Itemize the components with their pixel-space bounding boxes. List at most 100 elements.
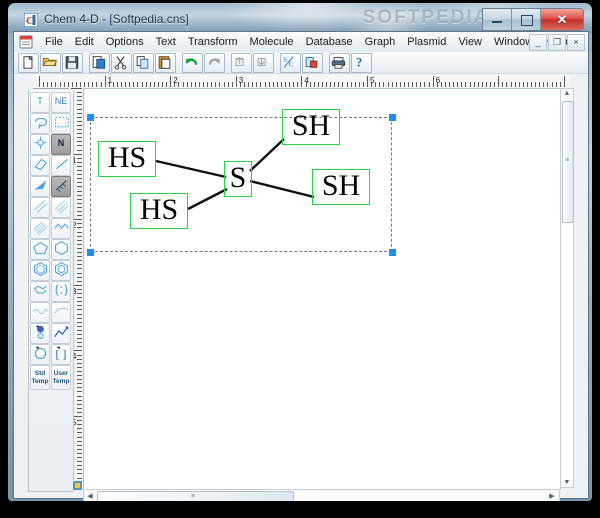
toolbar-cut-icon[interactable] xyxy=(111,52,132,73)
palette-multi-bond-tool[interactable] xyxy=(30,218,50,239)
toolbar-help-icon[interactable]: ? xyxy=(351,52,372,73)
menu-item-database[interactable]: Database xyxy=(300,34,359,50)
menu-item-graph[interactable]: Graph xyxy=(359,34,402,50)
arrow-curve-tool-icon xyxy=(54,307,69,314)
scroll-left-arrow[interactable]: ◀ xyxy=(85,492,95,500)
menu-item-file[interactable]: File xyxy=(39,34,69,50)
atom-sh-lower-right[interactable]: SH xyxy=(312,169,370,205)
name-to-structure-icon xyxy=(305,56,318,68)
palette-cyclo-chair-tool[interactable] xyxy=(30,281,50,302)
palette-marquee-select-tool[interactable] xyxy=(51,113,71,134)
palette-circle-tool[interactable] xyxy=(30,344,50,365)
scroll-up-arrow[interactable]: ▲ xyxy=(561,90,573,97)
palette-std-temp-button[interactable]: Std Temp xyxy=(30,365,50,390)
palette-double-bond-tool[interactable] xyxy=(30,197,50,218)
palette-triple-bond-tool[interactable] xyxy=(51,197,71,218)
palette-benzene-tool[interactable] xyxy=(30,260,50,281)
mdi-minimize-button[interactable]: _ xyxy=(529,34,547,51)
selection-handle-2[interactable] xyxy=(87,249,94,256)
close-button[interactable]: ✕ xyxy=(541,9,583,30)
selection-handle-0[interactable] xyxy=(87,114,94,121)
ruler-tick xyxy=(77,227,82,229)
toolbar-copy-icon[interactable] xyxy=(133,52,154,73)
ruler-tick xyxy=(276,82,278,87)
vertical-scrollbar[interactable]: ▲ ≡ ▼ xyxy=(560,88,574,488)
mdi-restore-button[interactable]: ❐ xyxy=(548,34,566,51)
palette-arrow-curve-tool[interactable] xyxy=(51,302,71,323)
ruler-tick xyxy=(395,82,397,87)
ruler-tick xyxy=(198,82,200,87)
palette-atom-center-tool[interactable] xyxy=(30,134,50,155)
maximize-button[interactable] xyxy=(512,9,541,30)
palette-eraser-tool[interactable] xyxy=(30,155,50,176)
menu-item-text[interactable]: Text xyxy=(150,34,182,50)
menu-item-view[interactable]: View xyxy=(452,34,488,50)
toolbar-paste-icon[interactable] xyxy=(155,52,176,73)
toolbar-copy-page-icon[interactable] xyxy=(89,52,110,73)
menu-item-plasmid[interactable]: Plasmid xyxy=(401,34,452,50)
palette-cyclopentane-tool[interactable] xyxy=(30,239,50,260)
toolbar-name-to-structure-icon[interactable] xyxy=(302,52,323,73)
palette-single-bond-tool[interactable] xyxy=(51,155,71,176)
atom-hs-upper-left[interactable]: HS xyxy=(98,141,156,177)
toolbar-new-icon[interactable] xyxy=(18,52,39,73)
ruler-tick xyxy=(145,82,147,87)
toolbar-send-back-icon[interactable] xyxy=(253,52,274,73)
toolbar-redo-icon[interactable] xyxy=(204,52,225,73)
palette-brackets-tool[interactable]: [ ] xyxy=(51,344,71,365)
palette-hash-bond-tool[interactable] xyxy=(51,176,71,197)
toolbar-open-icon[interactable] xyxy=(40,52,61,73)
atom-center-tool-icon xyxy=(34,136,47,149)
atom-hs-lower-left[interactable]: HS xyxy=(130,193,188,229)
triple-bond-tool-icon xyxy=(55,200,69,214)
palette-element-tool[interactable]: NE xyxy=(51,92,71,113)
ruler-tick xyxy=(461,82,463,87)
ruler-tick xyxy=(490,82,491,87)
palette-user-temp-button[interactable]: User Temp xyxy=(51,365,71,390)
palette-cyclohexane-tool[interactable] xyxy=(51,239,71,260)
toolbar-structure-to-name-icon[interactable]: SC xyxy=(280,52,301,73)
toolbar-save-icon[interactable] xyxy=(62,52,83,73)
document-page[interactable]: HS HS S SH SH xyxy=(84,89,560,489)
menu-items: File Edit Options Text Transform Molecule Data… xyxy=(39,34,574,50)
selection-handle-1[interactable] xyxy=(389,114,396,121)
toolbar-bring-front-icon[interactable] xyxy=(231,52,252,73)
toolbar-undo-icon[interactable] xyxy=(182,52,203,73)
vertical-thumb-grip: ≡ xyxy=(565,157,570,164)
vertical-scroll-thumb[interactable]: ≡ xyxy=(562,101,574,223)
palette-lasso-select-tool[interactable] xyxy=(30,113,50,134)
page-setup-icon[interactable] xyxy=(72,480,83,491)
ruler-tick xyxy=(539,82,541,87)
horizontal-scroll-thumb[interactable]: ≡ xyxy=(97,491,294,501)
ruler-tick xyxy=(77,436,82,438)
paste-icon xyxy=(158,55,171,69)
palette-wave-bond-tool[interactable] xyxy=(30,302,50,323)
toolbar-print-icon[interactable] xyxy=(329,52,350,73)
scroll-down-arrow[interactable]: ▼ xyxy=(561,479,573,486)
ruler-tick xyxy=(170,76,172,87)
mdi-close-button[interactable]: × xyxy=(567,34,585,51)
menu-item-edit[interactable]: Edit xyxy=(69,34,100,50)
horizontal-scrollbar[interactable]: ◀ ≡ ▶ xyxy=(83,489,560,501)
palette-text-tool[interactable]: T xyxy=(30,92,50,113)
menu-item-transform[interactable]: Transform xyxy=(182,34,244,50)
atom-sh-upper-right[interactable]: SH xyxy=(282,109,340,145)
palette-plot-tool[interactable] xyxy=(51,323,71,344)
palette-chain-tool[interactable] xyxy=(51,218,71,239)
menu-item-options[interactable]: Options xyxy=(100,34,150,50)
ruler-tick xyxy=(77,149,82,151)
minimize-button[interactable] xyxy=(483,9,512,30)
palette-orbital-tool[interactable] xyxy=(30,323,50,344)
atom-s-center[interactable]: S xyxy=(224,161,252,197)
palette-nitrogen-atom-tool[interactable]: N xyxy=(51,134,71,155)
palette-aromatic-ring-tool[interactable] xyxy=(51,260,71,281)
drawing-canvas[interactable]: HS HS S SH SH xyxy=(83,88,561,490)
aromatic-ring-tool-icon xyxy=(55,262,68,277)
scroll-right-arrow[interactable]: ▶ xyxy=(547,492,557,500)
circle-tool-icon xyxy=(34,346,47,360)
ruler-tick xyxy=(77,465,82,467)
palette-bracket-group-tool[interactable] xyxy=(51,281,71,302)
selection-handle-3[interactable] xyxy=(389,249,396,256)
palette-wedge-bond-tool[interactable] xyxy=(30,176,50,197)
menu-item-molecule[interactable]: Molecule xyxy=(244,34,300,50)
